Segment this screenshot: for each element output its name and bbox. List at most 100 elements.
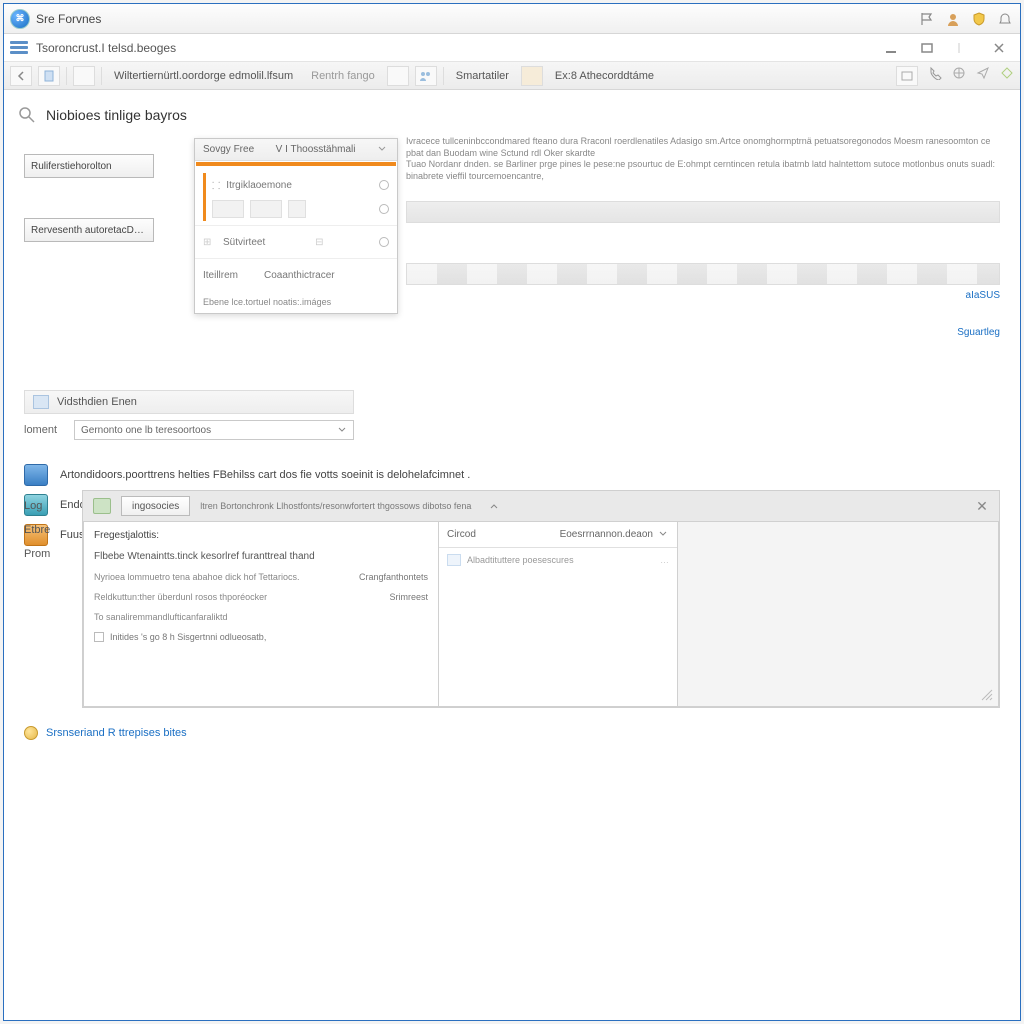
app-title: Sre Forvnes xyxy=(36,12,101,26)
panel-right-tab-a[interactable]: Circod xyxy=(447,529,476,540)
popup-row-2[interactable] xyxy=(212,197,389,221)
tool-button-3[interactable] xyxy=(521,66,543,86)
user-icon[interactable] xyxy=(944,10,962,28)
section-title: Vidsthdien Enen xyxy=(57,396,137,408)
panel-line-b: Reldkuttun:ther überdunl rosos thporéock… xyxy=(94,592,267,602)
panel-tab-label: ingosocies xyxy=(132,501,179,512)
panel-rest xyxy=(678,521,999,707)
list-item-1-label: Artondidoors.poorttrens helties FBehilss… xyxy=(60,469,470,481)
popup-row-1[interactable]: ⸬ Itrgiklaoemone xyxy=(212,173,389,197)
panel-right-inner: Albadtituttere poesescures xyxy=(467,555,574,565)
panel-line-a: Nyrioea lommuetro tena abahoe dick hof T… xyxy=(94,572,299,582)
side-button-2[interactable]: Rervesenth autoretacD… xyxy=(24,218,154,242)
side-label-3[interactable]: Prom xyxy=(24,548,50,560)
window-icon[interactable] xyxy=(896,66,918,86)
panel-checkbox-row[interactable]: Initides 's go 8 h Sisgertnni odlueosatb… xyxy=(94,632,428,642)
titlebar: ⌘ Sre Forvnes xyxy=(4,4,1020,34)
menu-title: Tsoroncrust.I telsd.beoges xyxy=(36,41,176,55)
gray-strip-1 xyxy=(406,201,1000,223)
field-label: loment xyxy=(24,424,66,436)
globe-icon[interactable] xyxy=(952,66,966,86)
users-icon[interactable] xyxy=(415,66,437,86)
tool-button-2[interactable] xyxy=(387,66,409,86)
search-icon xyxy=(18,106,36,124)
popup-row-3[interactable]: ⊞ Sütvirteet ⊟ xyxy=(203,230,389,254)
close-icon[interactable] xyxy=(992,41,1006,55)
panel-left-title: Fregestjalottis: xyxy=(94,530,428,541)
maximize-icon[interactable] xyxy=(920,41,934,55)
section-header[interactable]: Vidsthdien Enen xyxy=(24,390,354,414)
popup-header-right: V I Thoosstähmali xyxy=(276,144,356,155)
mini-icon xyxy=(447,554,461,566)
popup-accent-bar xyxy=(196,162,396,166)
thumbnail-icon xyxy=(288,200,306,218)
thumbnail-icon xyxy=(212,200,244,218)
tool-button-1[interactable] xyxy=(73,66,95,86)
panel-line-b-right: Srimreest xyxy=(389,592,428,602)
panel-left-sub: Flbebe Wtenaintts.tinck kesorlref furant… xyxy=(94,551,428,562)
chevron-up-icon[interactable] xyxy=(487,499,501,513)
radio-icon[interactable] xyxy=(379,204,389,214)
toolbar-sep xyxy=(443,67,444,85)
chevron-down-icon xyxy=(337,425,347,435)
side-labels: Log Etbre Prom xyxy=(24,500,50,560)
panel-right-tab-b[interactable]: Eoesrrnannon.deaon xyxy=(560,529,653,540)
link-right-2[interactable]: Sguartleg xyxy=(957,327,1000,338)
field-row: loment Gernonto one lb teresoortoos xyxy=(24,420,354,440)
menubar: Tsoroncrust.I telsd.beoges xyxy=(4,34,1020,62)
popup-row-4b-label: Coaanthictracer xyxy=(264,270,335,281)
ellipsis-icon[interactable]: … xyxy=(660,555,669,565)
panel-line-a-right: Crangfanthontets xyxy=(359,572,428,582)
popup-row-1-label: Itrgiklaoemone xyxy=(226,180,292,191)
breadcrumb-4[interactable]: Ex:8 Athecorddtáme xyxy=(549,70,660,82)
side-label-1[interactable]: Log xyxy=(24,500,50,512)
field-value: Gernonto one lb teresoortoos xyxy=(81,425,211,436)
checkbox-icon[interactable] xyxy=(94,632,104,642)
status-dot-icon xyxy=(24,726,38,740)
panel-line-c: To sanaliremmandlufticanfaraliktd xyxy=(94,612,428,622)
desc-line-1: Ivracece tullceninbccondmared fteano dur… xyxy=(406,136,1000,159)
page-icon[interactable] xyxy=(38,66,60,86)
description-block: Ivracece tullceninbccondmared fteano dur… xyxy=(406,136,1000,339)
breadcrumb-2[interactable]: Rentrh fango xyxy=(305,70,381,82)
diamond-icon[interactable] xyxy=(1000,66,1014,86)
field-select[interactable]: Gernonto one lb teresoortoos xyxy=(74,420,354,440)
popup-header-left: Sovgy Free xyxy=(203,144,254,155)
panel-checkbox-label: Initides 's go 8 h Sisgertnni odlueosatb… xyxy=(110,632,266,642)
side-label-2[interactable]: Etbre xyxy=(24,524,50,536)
close-icon[interactable]: ✕ xyxy=(975,499,989,513)
panel-desc: ltren Bortonchronk Llhostfonts/resonwfor… xyxy=(200,501,471,511)
bottom-link[interactable]: Srsnseriand R ttrepises bites xyxy=(46,727,187,739)
toolbar-sep xyxy=(66,67,67,85)
side-button-1[interactable]: Ruliferstiehorolton xyxy=(24,154,154,178)
radio-icon[interactable] xyxy=(379,180,389,190)
list-item-1[interactable]: Artondidoors.poorttrens helties FBehilss… xyxy=(24,460,1000,490)
shield-icon[interactable] xyxy=(970,10,988,28)
app-window: ⌘ Sre Forvnes Tsoroncrust.I telsd.beoges xyxy=(3,3,1021,1021)
back-button[interactable] xyxy=(10,66,32,86)
app-icon: ⌘ xyxy=(10,9,30,29)
phone-icon[interactable] xyxy=(928,66,942,86)
spacer-icon xyxy=(956,41,970,55)
popup-row-3a-label: Sütvirteet xyxy=(223,237,265,248)
flag-icon[interactable] xyxy=(918,10,936,28)
send-icon[interactable] xyxy=(976,66,990,86)
resize-icon[interactable] xyxy=(980,688,994,702)
chevron-down-icon[interactable] xyxy=(377,144,389,156)
popup-row-4[interactable]: Iteillrem Coaanthictracer xyxy=(203,263,389,287)
radio-icon[interactable] xyxy=(379,237,389,247)
content-area: Niobioes tinlige bayros Ruliferstiehorol… xyxy=(4,92,1020,1020)
link-right-1[interactable]: aIaSUS xyxy=(966,290,1000,301)
hamburger-icon[interactable] xyxy=(10,39,30,57)
preview-popup: Sovgy Free V I Thoosstähmali ⸬ Itrgiklao… xyxy=(194,138,398,314)
page-title: Niobioes tinlige bayros xyxy=(46,107,187,123)
minimize-icon[interactable] xyxy=(884,41,898,55)
toolbar: Wiltertiernürtl.oordorge edmolil.lfsum R… xyxy=(4,62,1020,90)
desc-line-2: Tuao Nordanr dnden. se Barliner prge pin… xyxy=(406,159,1000,182)
chevron-down-icon[interactable] xyxy=(659,530,669,540)
breadcrumb-3[interactable]: Smartatiler xyxy=(450,70,515,82)
bell-icon[interactable] xyxy=(996,10,1014,28)
breadcrumb-1[interactable]: Wiltertiernürtl.oordorge edmolil.lfsum xyxy=(108,70,299,82)
panel-tab[interactable]: ingosocies xyxy=(121,496,190,516)
box-icon xyxy=(24,464,48,486)
